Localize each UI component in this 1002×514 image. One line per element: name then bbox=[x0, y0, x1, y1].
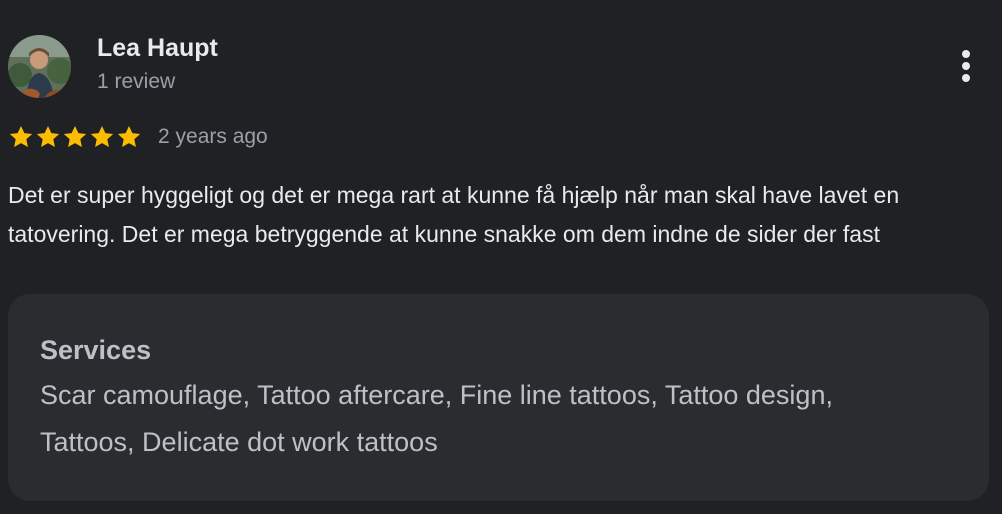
services-list: Scar camouflage, Tattoo aftercare, Fine … bbox=[40, 380, 833, 457]
author-review-count: 1 review bbox=[97, 70, 176, 93]
services-title: Services bbox=[40, 335, 152, 365]
review-date: 2 years ago bbox=[158, 125, 268, 148]
more-vertical-icon bbox=[962, 50, 970, 82]
star-filled-icon bbox=[9, 125, 33, 147]
star-filled-icon bbox=[117, 125, 141, 147]
more-options-button[interactable] bbox=[944, 44, 988, 88]
author-avatar[interactable] bbox=[8, 35, 71, 98]
author-name[interactable]: Lea Haupt bbox=[97, 34, 218, 63]
star-filled-icon bbox=[36, 125, 60, 147]
star-filled-icon bbox=[90, 125, 114, 147]
star-rating bbox=[8, 124, 142, 150]
review-text: Det er super hyggeligt og det er mega ra… bbox=[8, 182, 900, 247]
rating-row: 2 years ago bbox=[8, 122, 268, 152]
services-card: Services Scar camouflage, Tattoo afterca… bbox=[8, 294, 989, 501]
user-photo-avatar-icon bbox=[8, 35, 71, 98]
star-filled-icon bbox=[63, 125, 87, 147]
